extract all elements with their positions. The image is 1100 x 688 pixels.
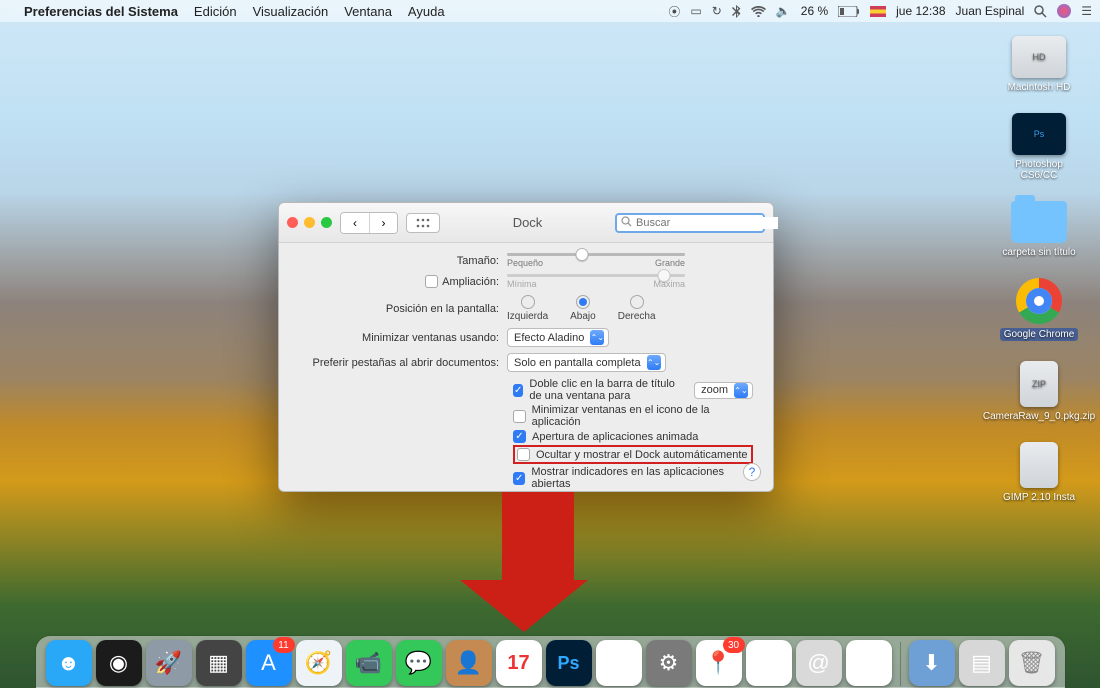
display-icon[interactable]: ▭	[690, 4, 701, 18]
size-slider[interactable]: PequeñoGrande	[507, 253, 685, 268]
search-icon	[621, 216, 632, 230]
position-bottom[interactable]: Abajo	[570, 295, 596, 322]
desktop-icon-folder[interactable]: carpeta sin título	[999, 201, 1079, 258]
clock[interactable]: jue 12:38	[896, 4, 945, 18]
dock-safari[interactable]: 🧭	[296, 640, 342, 686]
magnification-checkbox[interactable]	[425, 275, 438, 288]
dock-photos[interactable]: ✿	[746, 640, 792, 686]
dock-messages[interactable]: 💬	[396, 640, 442, 686]
timemachine-icon[interactable]: ↻	[712, 4, 722, 18]
animate-open-label: Apertura de aplicaciones animada	[532, 431, 698, 443]
dock-siri[interactable]: ◉	[96, 640, 142, 686]
dblclick-select[interactable]: zoom⌃⌄	[694, 382, 753, 399]
magnification-label: Ampliación:	[442, 276, 499, 288]
dock-contacts[interactable]: 👤	[446, 640, 492, 686]
menu-help[interactable]: Ayuda	[408, 4, 445, 19]
dock-launchpad[interactable]: 🚀	[146, 640, 192, 686]
desktop-icon-photoshop[interactable]: PsPhotoshop CS6/CC	[999, 113, 1079, 181]
indicators-checkbox[interactable]: ✓	[513, 472, 525, 485]
show-all-button[interactable]	[406, 213, 440, 233]
dock-mail[interactable]: @	[796, 640, 842, 686]
dblclick-label: Doble clic en la barra de título de una …	[529, 378, 682, 402]
dock: ☻◉🚀▦A🧭📹💬👤17Ps♪⚙📍✿@◉⬇▤🗑	[36, 636, 1065, 688]
dock-mission[interactable]: ▦	[196, 640, 242, 686]
desktop-icon-hd[interactable]: HDMacintosh HD	[999, 36, 1079, 93]
forward-button[interactable]: ›	[369, 213, 397, 233]
minimize-effect-label: Minimizar ventanas usando:	[299, 332, 507, 344]
dock-maps[interactable]: 📍	[696, 640, 742, 686]
dock-photoshop[interactable]: Ps	[546, 640, 592, 686]
dblclick-checkbox[interactable]: ✓	[513, 384, 523, 397]
desktop-icons: HDMacintosh HD PsPhotoshop CS6/CC carpet…	[994, 36, 1084, 503]
minimize-to-icon-checkbox[interactable]	[513, 410, 526, 423]
position-left[interactable]: Izquierda	[507, 295, 548, 322]
volume-icon[interactable]: 🔈	[776, 4, 791, 18]
dock-separator	[900, 642, 901, 686]
menu-edit[interactable]: Edición	[194, 4, 237, 19]
window-title: Dock	[448, 215, 607, 230]
dock-itunes[interactable]: ♪	[596, 640, 642, 686]
autohide-checkbox[interactable]	[517, 448, 530, 461]
user-name[interactable]: Juan Espinal	[956, 4, 1025, 18]
wifi-icon[interactable]	[751, 6, 766, 17]
zoom-button[interactable]	[321, 217, 332, 228]
battery-icon[interactable]	[838, 6, 860, 17]
autohide-row-highlight: Ocultar y mostrar el Dock automáticament…	[513, 445, 753, 464]
position-right[interactable]: Derecha	[618, 295, 656, 322]
back-button[interactable]: ‹	[341, 213, 369, 233]
tabs-pref-select[interactable]: Solo en pantalla completa⌃⌄	[507, 353, 666, 372]
desktop-icon-chrome[interactable]: Google Chrome	[999, 278, 1079, 341]
menu-window[interactable]: Ventana	[344, 4, 392, 19]
nav-segmented: ‹ ›	[340, 212, 398, 234]
help-button[interactable]: ?	[743, 463, 761, 481]
minimize-to-icon-label: Minimizar ventanas en el icono de la apl…	[532, 404, 753, 428]
bluetooth-icon[interactable]	[732, 5, 741, 18]
annotation-arrow	[488, 492, 588, 632]
autohide-label: Ocultar y mostrar el Dock automáticament…	[536, 449, 748, 461]
animate-open-checkbox[interactable]: ✓	[513, 430, 526, 443]
dock-trash[interactable]: 🗑	[1009, 640, 1055, 686]
indicators-label: Mostrar indicadores en las aplicaciones …	[531, 466, 753, 490]
dock-downloads[interactable]: ⬇	[909, 640, 955, 686]
quick-action-icon[interactable]: ⦿	[668, 3, 680, 20]
window-titlebar[interactable]: ‹ › Dock	[279, 203, 773, 243]
dock-chrome[interactable]: ◉	[846, 640, 892, 686]
search-input[interactable]	[636, 217, 778, 229]
battery-percent[interactable]: 26 %	[801, 4, 828, 18]
minimize-button[interactable]	[304, 217, 315, 228]
desktop-icon-gimp[interactable]: GIMP 2.10 Insta	[999, 442, 1079, 503]
dock-stack[interactable]: ▤	[959, 640, 1005, 686]
search-field[interactable]	[615, 213, 765, 233]
dock-prefs-window: ‹ › Dock Tamaño: PequeñoGrande Ampl	[278, 202, 774, 492]
dock-sysprefs[interactable]: ⚙	[646, 640, 692, 686]
flag-icon[interactable]	[870, 6, 886, 17]
spotlight-icon[interactable]	[1034, 5, 1047, 18]
dock-appstore[interactable]: A	[246, 640, 292, 686]
minimize-effect-select[interactable]: Efecto Aladino⌃⌄	[507, 328, 609, 347]
close-button[interactable]	[287, 217, 298, 228]
notification-center-icon[interactable]: ☰	[1081, 4, 1092, 18]
magnification-slider[interactable]: MínimaMáxima	[507, 274, 685, 289]
dock-facetime[interactable]: 📹	[346, 640, 392, 686]
siri-icon[interactable]	[1057, 4, 1071, 18]
desktop-icon-zip[interactable]: ZIPCameraRaw_9_0.pkg.zip	[999, 361, 1079, 422]
dock-finder[interactable]: ☻	[46, 640, 92, 686]
size-label: Tamaño:	[299, 255, 507, 267]
app-menu[interactable]: Preferencias del Sistema	[24, 4, 178, 19]
menubar: Preferencias del Sistema Edición Visuali…	[0, 0, 1100, 22]
menu-view[interactable]: Visualización	[253, 4, 329, 19]
tabs-pref-label: Preferir pestañas al abrir documentos:	[299, 357, 507, 369]
position-label: Posición en la pantalla:	[299, 303, 507, 315]
dock-calendar[interactable]: 17	[496, 640, 542, 686]
